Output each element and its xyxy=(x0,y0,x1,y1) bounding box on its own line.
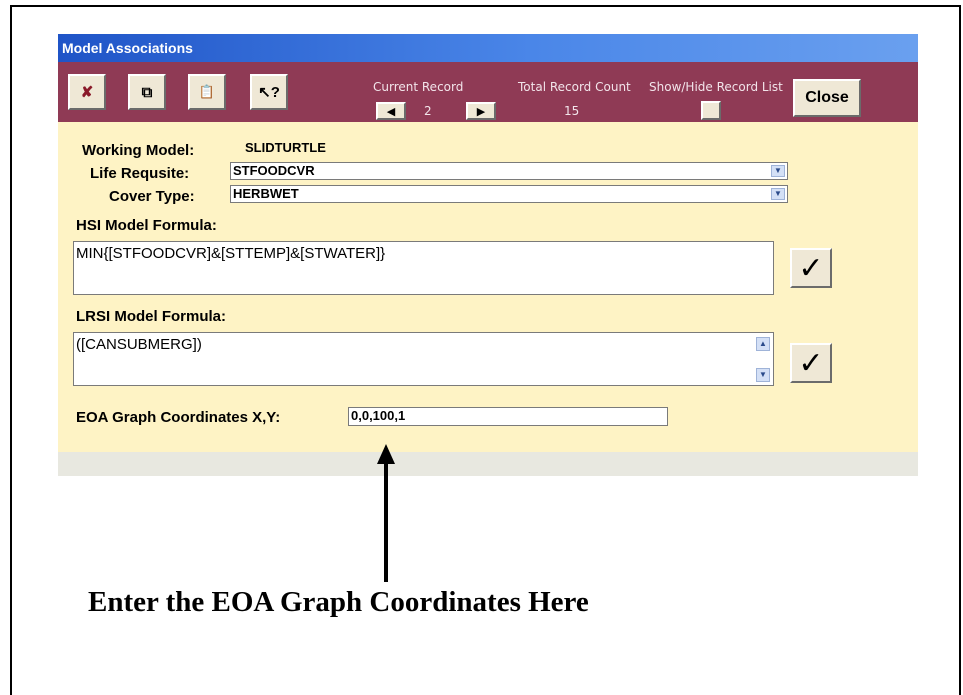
annotation-caption: Enter the EOA Graph Coordinates Here xyxy=(88,586,589,618)
annotation-arrow xyxy=(377,444,395,582)
